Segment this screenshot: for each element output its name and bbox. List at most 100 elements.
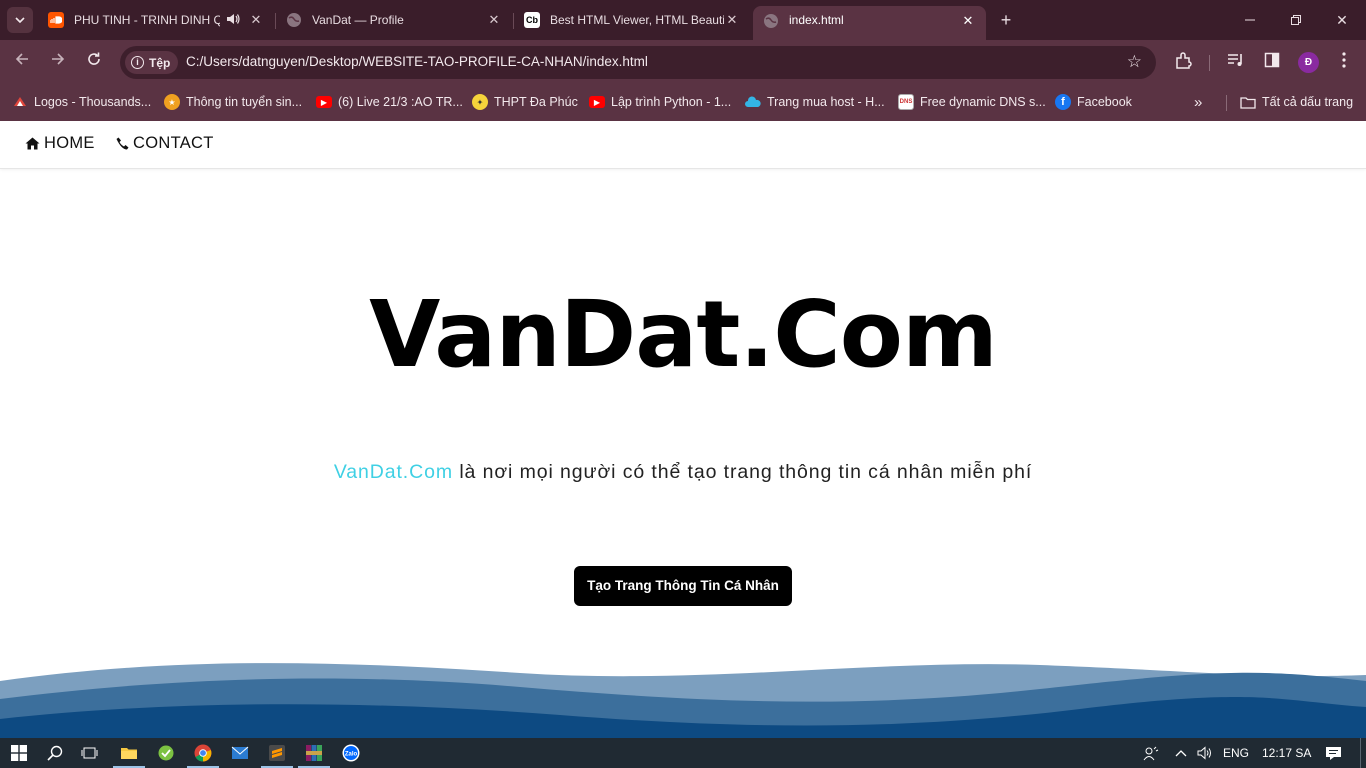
globe-icon	[286, 12, 302, 28]
windows-start-icon[interactable]	[9, 743, 29, 763]
soundcloud-icon	[48, 12, 64, 28]
chevron-down-icon	[15, 17, 25, 23]
close-tab-icon[interactable]: ✕	[486, 12, 502, 28]
bookmark-star-icon[interactable]: ☆	[1127, 52, 1142, 72]
more-bookmarks-icon[interactable]: »	[1194, 93, 1202, 111]
nav-home-link[interactable]: HOME	[25, 134, 95, 153]
school-icon: ★	[164, 94, 180, 110]
bookmark-label: (6) Live 21/3 :AO TR...	[338, 95, 463, 109]
extensions-icon[interactable]	[1172, 52, 1194, 74]
file-scheme-label: Tệp	[149, 55, 171, 70]
nav-home-label: HOME	[44, 134, 95, 152]
bookmark-label: Thông tin tuyển sin...	[186, 95, 303, 109]
address-bar[interactable]: i Tệp C:/Users/datnguyen/Desktop/WEBSITE…	[120, 46, 1156, 79]
new-tab-button[interactable]: +	[996, 10, 1016, 30]
bookmark-item[interactable]: DNS Free dynamic DNS s...	[898, 93, 1046, 111]
app-icon[interactable]	[156, 743, 176, 763]
back-arrow-icon[interactable]	[10, 51, 34, 75]
site-info-chip[interactable]: i Tệp	[125, 51, 179, 74]
tagline: VanDat.Com là nơi mọi người có thể tạo t…	[0, 461, 1366, 484]
sublime-text-icon[interactable]	[261, 743, 293, 768]
bookmark-item[interactable]: Logos - Thousands...	[12, 93, 151, 111]
language-indicator[interactable]: ENG	[1223, 746, 1249, 760]
bookmark-item[interactable]: Trang mua host - H...	[745, 93, 885, 111]
bookmark-item[interactable]: ▶ Lập trình Python - 1...	[589, 93, 731, 111]
forward-arrow-icon[interactable]	[46, 51, 70, 75]
globe-icon	[763, 13, 779, 29]
folder-icon	[1240, 94, 1256, 110]
bookmark-label: Logos - Thousands...	[34, 95, 152, 109]
close-tab-icon[interactable]: ✕	[960, 13, 976, 29]
nav-contact-label: CONTACT	[133, 134, 214, 152]
show-desktop-edge[interactable]	[1360, 738, 1361, 768]
task-view-icon[interactable]	[80, 743, 100, 763]
bookmarks-bar: Logos - Thousands... ★ Thông tin tuyển s…	[0, 85, 1366, 121]
notification-center-icon[interactable]	[1325, 746, 1342, 764]
create-profile-button[interactable]: Tạo Trang Thông Tin Cá Nhân	[574, 566, 792, 606]
all-bookmarks-folder[interactable]: Tất cả dấu trang	[1240, 93, 1353, 111]
browser-toolbar: i Tệp C:/Users/datnguyen/Desktop/WEBSITE…	[0, 40, 1366, 85]
search-icon[interactable]	[45, 743, 65, 763]
school-crest-icon: ✦	[472, 94, 488, 110]
chevron-up-icon[interactable]	[1175, 746, 1187, 760]
profile-avatar[interactable]: Đ	[1298, 52, 1319, 73]
reload-icon[interactable]	[82, 51, 106, 75]
bookmark-label: Lập trình Python - 1...	[611, 95, 732, 109]
minimize-icon[interactable]	[1240, 10, 1260, 30]
logos-icon	[12, 94, 28, 110]
tab-soundcloud[interactable]: PHU TINH - TRINH DINH QUANG ✕	[38, 6, 274, 34]
nav-contact-link[interactable]: CONTACT	[116, 134, 214, 153]
tab-search-button[interactable]	[7, 7, 33, 33]
file-explorer-icon[interactable]	[113, 743, 145, 768]
bookmark-label: THPT Đa Phúc	[494, 95, 578, 109]
bookmark-item[interactable]: ▶ (6) Live 21/3 :AO TR...	[316, 93, 463, 111]
menu-kebab-icon[interactable]	[1333, 52, 1355, 74]
tagline-text: là nơi mọi người có thể tạo trang thông …	[453, 461, 1033, 483]
winrar-icon[interactable]	[298, 743, 330, 768]
close-tab-icon[interactable]: ✕	[248, 12, 264, 28]
tab-title: VanDat — Profile	[312, 13, 404, 27]
close-tab-icon[interactable]: ✕	[724, 12, 740, 28]
footer-waves	[0, 663, 1366, 738]
facebook-icon: f	[1055, 94, 1071, 110]
bookmark-label: Free dynamic DNS s...	[920, 95, 1046, 109]
bookmark-item[interactable]: ★ Thông tin tuyển sin...	[164, 93, 302, 111]
chrome-icon[interactable]	[187, 743, 219, 768]
bookmarks-separator	[1226, 95, 1227, 111]
tab-codebeautify[interactable]: Cb Best HTML Viewer, HTML Beautifier ✕	[514, 6, 750, 34]
close-window-icon[interactable]: ✕	[1332, 10, 1352, 30]
tagline-brand: VanDat.Com	[333, 461, 453, 483]
bookmark-item[interactable]: f Facebook	[1055, 93, 1132, 111]
phone-icon	[116, 137, 129, 150]
people-icon[interactable]	[1143, 746, 1159, 765]
web-page: HOME CONTACT VanDat.Com VanDat.Com là nơ…	[0, 121, 1366, 738]
info-icon: i	[131, 56, 144, 69]
restore-icon[interactable]	[1286, 10, 1306, 30]
svg-text:Zalo: Zalo	[345, 752, 358, 758]
mail-icon[interactable]	[230, 743, 250, 763]
dns-icon: DNS	[898, 94, 914, 110]
toolbar-separator	[1209, 55, 1210, 71]
tab-index-html[interactable]: index.html ✕	[753, 6, 986, 40]
home-icon	[25, 137, 40, 150]
bookmark-label: Facebook	[1077, 95, 1132, 109]
tab-vandat-profile[interactable]: VanDat — Profile ✕	[276, 6, 512, 34]
tab-strip: PHU TINH - TRINH DINH QUANG ✕ VanDat — P…	[0, 0, 1366, 40]
tab-title: index.html	[789, 13, 844, 27]
youtube-icon: ▶	[589, 96, 605, 108]
tab-title: PHU TINH - TRINH DINH QUANG	[74, 13, 220, 27]
volume-icon[interactable]	[1197, 746, 1213, 763]
clock[interactable]: 12:17 SA	[1262, 746, 1311, 760]
speaker-icon[interactable]	[226, 13, 240, 28]
side-panel-icon[interactable]	[1261, 52, 1283, 74]
windows-taskbar: Zalo ENG 12:17 SA	[0, 738, 1366, 768]
site-logo: VanDat.Com	[369, 281, 998, 388]
bookmark-item[interactable]: ✦ THPT Đa Phúc	[472, 93, 578, 111]
youtube-icon: ▶	[316, 96, 332, 108]
bookmark-label: Trang mua host - H...	[767, 95, 885, 109]
media-control-icon[interactable]	[1225, 52, 1247, 74]
site-navbar: HOME CONTACT	[0, 121, 1366, 169]
zalo-icon[interactable]: Zalo	[341, 743, 361, 763]
url-text[interactable]: C:/Users/datnguyen/Desktop/WEBSITE-TAO-P…	[186, 54, 648, 69]
bookmark-label: Tất cả dấu trang	[1262, 95, 1354, 109]
